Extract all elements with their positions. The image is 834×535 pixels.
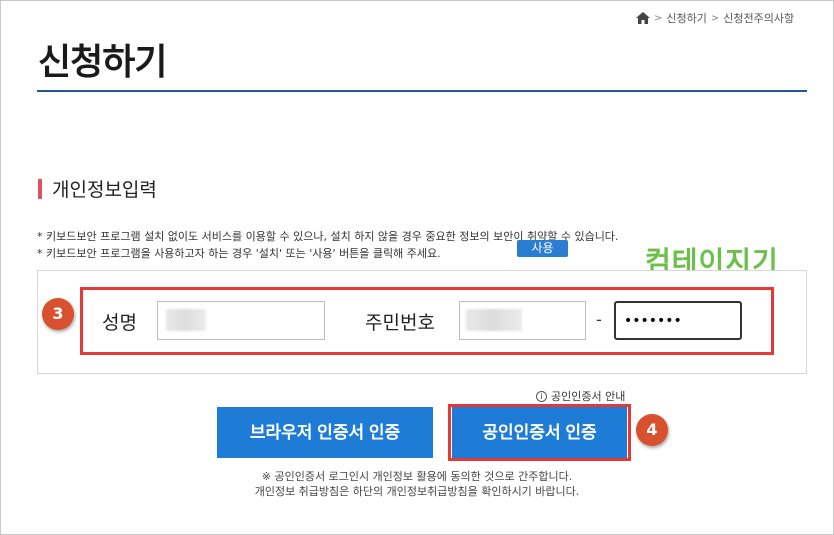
breadcrumb-item-precautions[interactable]: 신청전주의사항 [723, 10, 794, 26]
breadcrumb-separator: > [654, 12, 663, 24]
breadcrumb: > 신청하기 > 신청전주의사항 [636, 10, 794, 26]
info-icon: i [536, 390, 547, 402]
rrn-separator: - [596, 310, 602, 329]
keyboard-security-use-button[interactable]: 사용 [517, 240, 568, 257]
rrn-label: 주민번호 [365, 312, 435, 334]
public-cert-guide-label: 공인인증서 안내 [551, 390, 626, 403]
page-title: 신청하기 [38, 42, 167, 83]
breadcrumb-separator: > [710, 12, 720, 24]
privacy-policy-footnote: 개인정보 취급방침은 하단의 개인정보취급방침을 확인하시기 바랍니다. [254, 485, 580, 498]
section-title: 개인정보입력 [52, 179, 157, 201]
name-redaction [166, 309, 206, 331]
consent-footnote: ※ 공인인증서 로그인시 개인정보 활용에 동의한 것으로 간주합니다. [261, 470, 573, 483]
browser-cert-button[interactable]: 브라우저 인증서 인증 [217, 407, 433, 458]
keyboard-security-notice-2: * 키보드보안 프로그램을 사용하고자 하는 경우 '설치' 또는 '사용' 버… [37, 247, 441, 260]
step-4-badge: 4 [636, 414, 668, 446]
public-cert-button[interactable]: 공인인증서 인증 [452, 407, 627, 458]
title-divider [37, 90, 807, 92]
name-label: 성명 [102, 312, 137, 334]
breadcrumb-item-apply[interactable]: 신청하기 [666, 10, 706, 26]
rrn-back-input[interactable] [614, 301, 742, 340]
home-icon[interactable] [636, 12, 650, 24]
step-3-badge: 3 [42, 298, 74, 330]
section-accent-bar [38, 178, 42, 199]
public-cert-guide-link[interactable]: i 공인인증서 안내 [536, 388, 625, 404]
rrn-front-redaction [466, 309, 522, 331]
section-header: 개인정보입력 [38, 175, 157, 202]
